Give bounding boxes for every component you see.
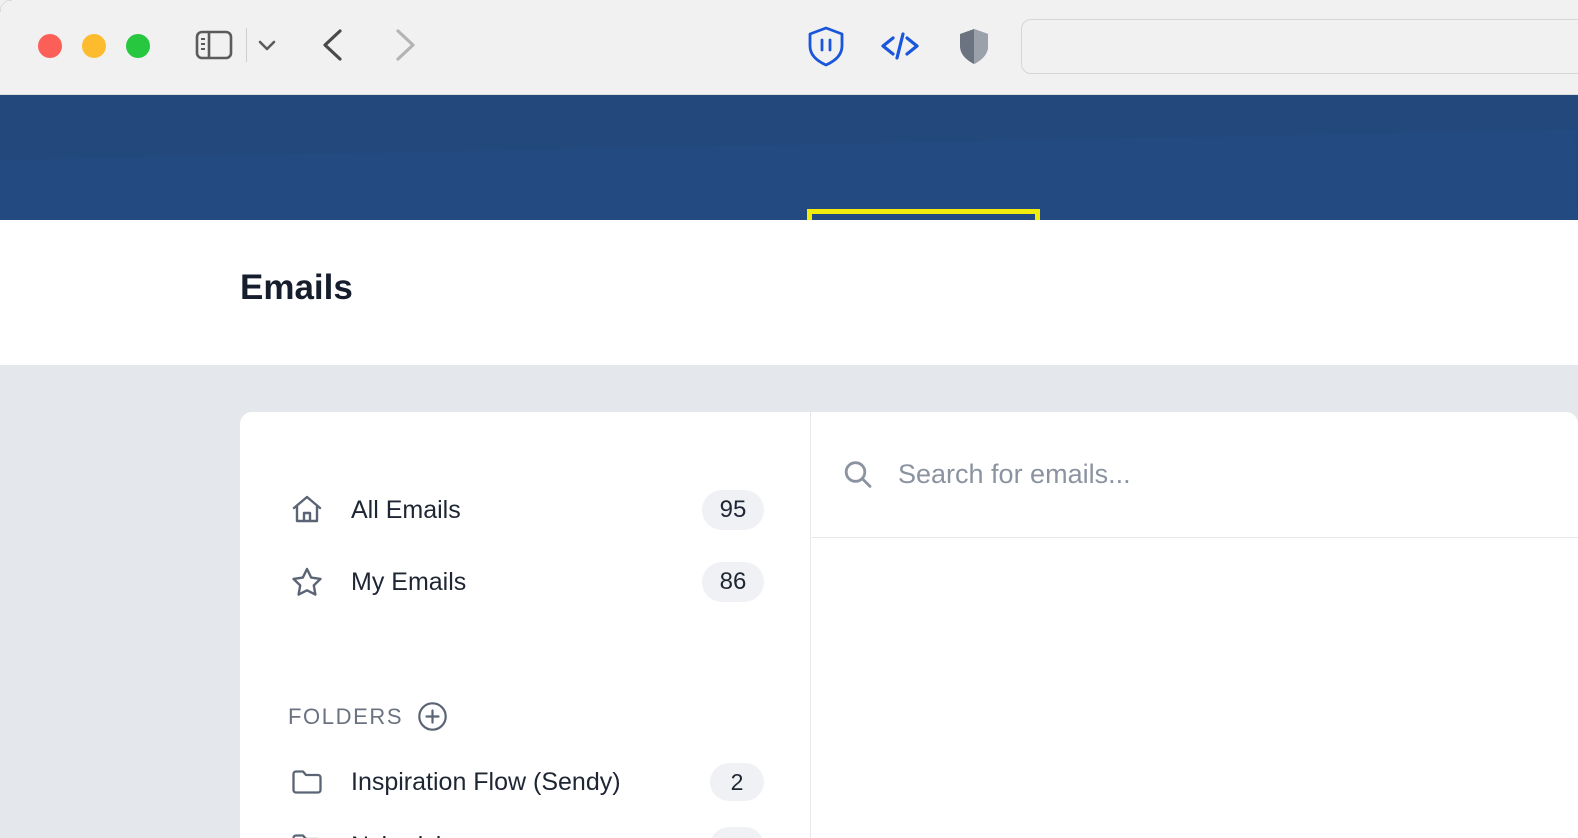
home-icon bbox=[288, 491, 326, 529]
list-item[interactable]: Inspiration Flow (Sendy) 2 bbox=[288, 755, 764, 809]
sidebar-item-all-emails[interactable]: All Emails 95 bbox=[288, 482, 764, 538]
sidebar-toggle-icon[interactable] bbox=[195, 29, 233, 61]
folders-list: Inspiration Flow (Sendy) 2 Nyhedsbrev 5 bbox=[288, 755, 764, 838]
folder-icon bbox=[288, 827, 326, 838]
code-brackets-icon[interactable] bbox=[876, 24, 924, 68]
folder-count: 5 bbox=[710, 827, 764, 838]
chevron-down-icon[interactable] bbox=[252, 30, 282, 60]
add-circle-icon[interactable] bbox=[417, 701, 448, 732]
shield-pause-icon[interactable] bbox=[802, 24, 850, 68]
folder-icon bbox=[288, 763, 326, 801]
window-corner bbox=[0, 0, 14, 14]
search-icon bbox=[840, 457, 876, 493]
browser-chrome bbox=[0, 0, 1578, 95]
search-input[interactable] bbox=[898, 459, 1498, 490]
sidebar-item-count: 86 bbox=[702, 562, 764, 602]
back-arrow-icon[interactable] bbox=[313, 22, 355, 68]
sidebar-item-label: All Emails bbox=[351, 495, 461, 524]
sidebar-item-label: My Emails bbox=[351, 567, 467, 596]
folder-count: 2 bbox=[710, 763, 764, 801]
star-icon bbox=[288, 563, 326, 601]
window-traffic-lights bbox=[38, 34, 150, 58]
email-sidebar: All Emails 95 My Emails 86 FOLDERS Inspi… bbox=[240, 412, 811, 838]
app-navigation-bar: Better Emails Templates Integrations Mer… bbox=[0, 95, 1578, 220]
page-body: All Emails 95 My Emails 86 FOLDERS Inspi… bbox=[0, 365, 1578, 838]
folder-label: Nyhedsbrev bbox=[351, 832, 710, 838]
email-main-pane bbox=[812, 412, 1578, 838]
maximize-window-button[interactable] bbox=[126, 34, 150, 58]
browser-extension-icons bbox=[802, 24, 998, 68]
folders-label: FOLDERS bbox=[288, 703, 404, 729]
sidebar-primary-list: All Emails 95 My Emails 86 bbox=[288, 482, 764, 626]
minimize-window-button[interactable] bbox=[82, 34, 106, 58]
forward-arrow-icon bbox=[383, 22, 425, 68]
close-window-button[interactable] bbox=[38, 34, 62, 58]
nav-decorative-swoosh bbox=[0, 129, 1578, 220]
toolbar-divider bbox=[246, 28, 247, 62]
shield-half-icon[interactable] bbox=[950, 24, 998, 68]
page-title: Emails bbox=[240, 268, 353, 307]
search-bar bbox=[812, 412, 1578, 538]
folder-label: Inspiration Flow (Sendy) bbox=[351, 767, 621, 796]
address-bar[interactable] bbox=[1021, 19, 1578, 74]
sidebar-item-count: 95 bbox=[702, 490, 764, 530]
folders-section-header: FOLDERS bbox=[288, 701, 448, 732]
content-card: All Emails 95 My Emails 86 FOLDERS Inspi… bbox=[240, 412, 1578, 838]
sidebar-item-my-emails[interactable]: My Emails 86 bbox=[288, 554, 764, 610]
page-header: Emails bbox=[0, 220, 1578, 365]
list-item[interactable]: Nyhedsbrev 5 bbox=[288, 819, 764, 838]
